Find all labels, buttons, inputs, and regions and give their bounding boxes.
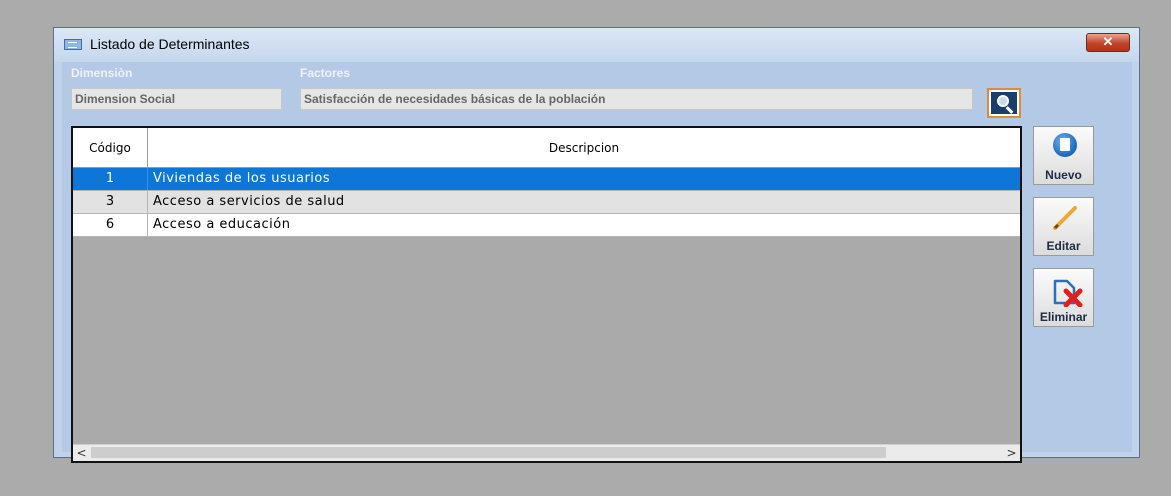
delete-document-icon — [1053, 279, 1083, 307]
dimension-label: Dimensiòn — [71, 66, 133, 80]
new-document-icon — [1053, 133, 1077, 157]
column-header-codigo[interactable]: Código — [73, 128, 148, 167]
cell-codigo: 1 — [73, 168, 148, 190]
factores-label: Factores — [300, 66, 351, 80]
search-icon — [991, 92, 1017, 114]
determinantes-table[interactable]: Código Descripcion 1 Viviendas de los us… — [71, 126, 1022, 463]
cell-codigo: 6 — [73, 214, 148, 236]
nuevo-label: Nuevo — [1045, 168, 1082, 182]
close-icon: ✕ — [1102, 34, 1114, 49]
factores-field[interactable]: Satisfacción de necesidades básicas de l… — [300, 88, 973, 110]
window-title: Listado de Determinantes — [90, 36, 250, 52]
cell-codigo: 3 — [73, 191, 148, 213]
scroll-left-icon[interactable]: < — [73, 445, 90, 461]
horizontal-scrollbar[interactable]: < > — [73, 444, 1020, 461]
window-content: Dimensiòn Dimension Social Factores Sati… — [62, 62, 1132, 463]
table-header: Código Descripcion — [73, 128, 1020, 168]
cell-descripcion: Viviendas de los usuarios — [153, 171, 331, 186]
window-icon — [64, 39, 82, 50]
table-row[interactable]: 6 Acceso a educación — [73, 214, 1020, 237]
cell-descripcion: Acceso a servicios de salud — [153, 194, 345, 209]
scrollbar-thumb[interactable] — [91, 447, 886, 458]
determinantes-window: Listado de Determinantes ✕ Dimensiòn Dim… — [53, 27, 1140, 463]
pencil-icon — [1053, 206, 1077, 230]
nuevo-button[interactable]: Nuevo — [1033, 126, 1094, 185]
close-button[interactable]: ✕ — [1086, 33, 1130, 52]
scroll-right-icon[interactable]: > — [1003, 445, 1020, 461]
search-button[interactable] — [987, 88, 1021, 118]
eliminar-button[interactable]: Eliminar — [1033, 268, 1094, 327]
cell-descripcion: Acceso a educación — [153, 217, 291, 232]
dimension-field[interactable]: Dimension Social — [71, 88, 282, 110]
eliminar-label: Eliminar — [1039, 310, 1088, 324]
table-row[interactable]: 1 Viviendas de los usuarios — [73, 168, 1020, 191]
editar-button[interactable]: Editar — [1033, 197, 1094, 256]
title-bar[interactable]: Listado de Determinantes ✕ — [54, 28, 1139, 62]
column-header-descripcion[interactable]: Descripcion — [148, 128, 1020, 167]
editar-label: Editar — [1046, 239, 1081, 253]
table-row[interactable]: 3 Acceso a servicios de salud — [73, 191, 1020, 214]
